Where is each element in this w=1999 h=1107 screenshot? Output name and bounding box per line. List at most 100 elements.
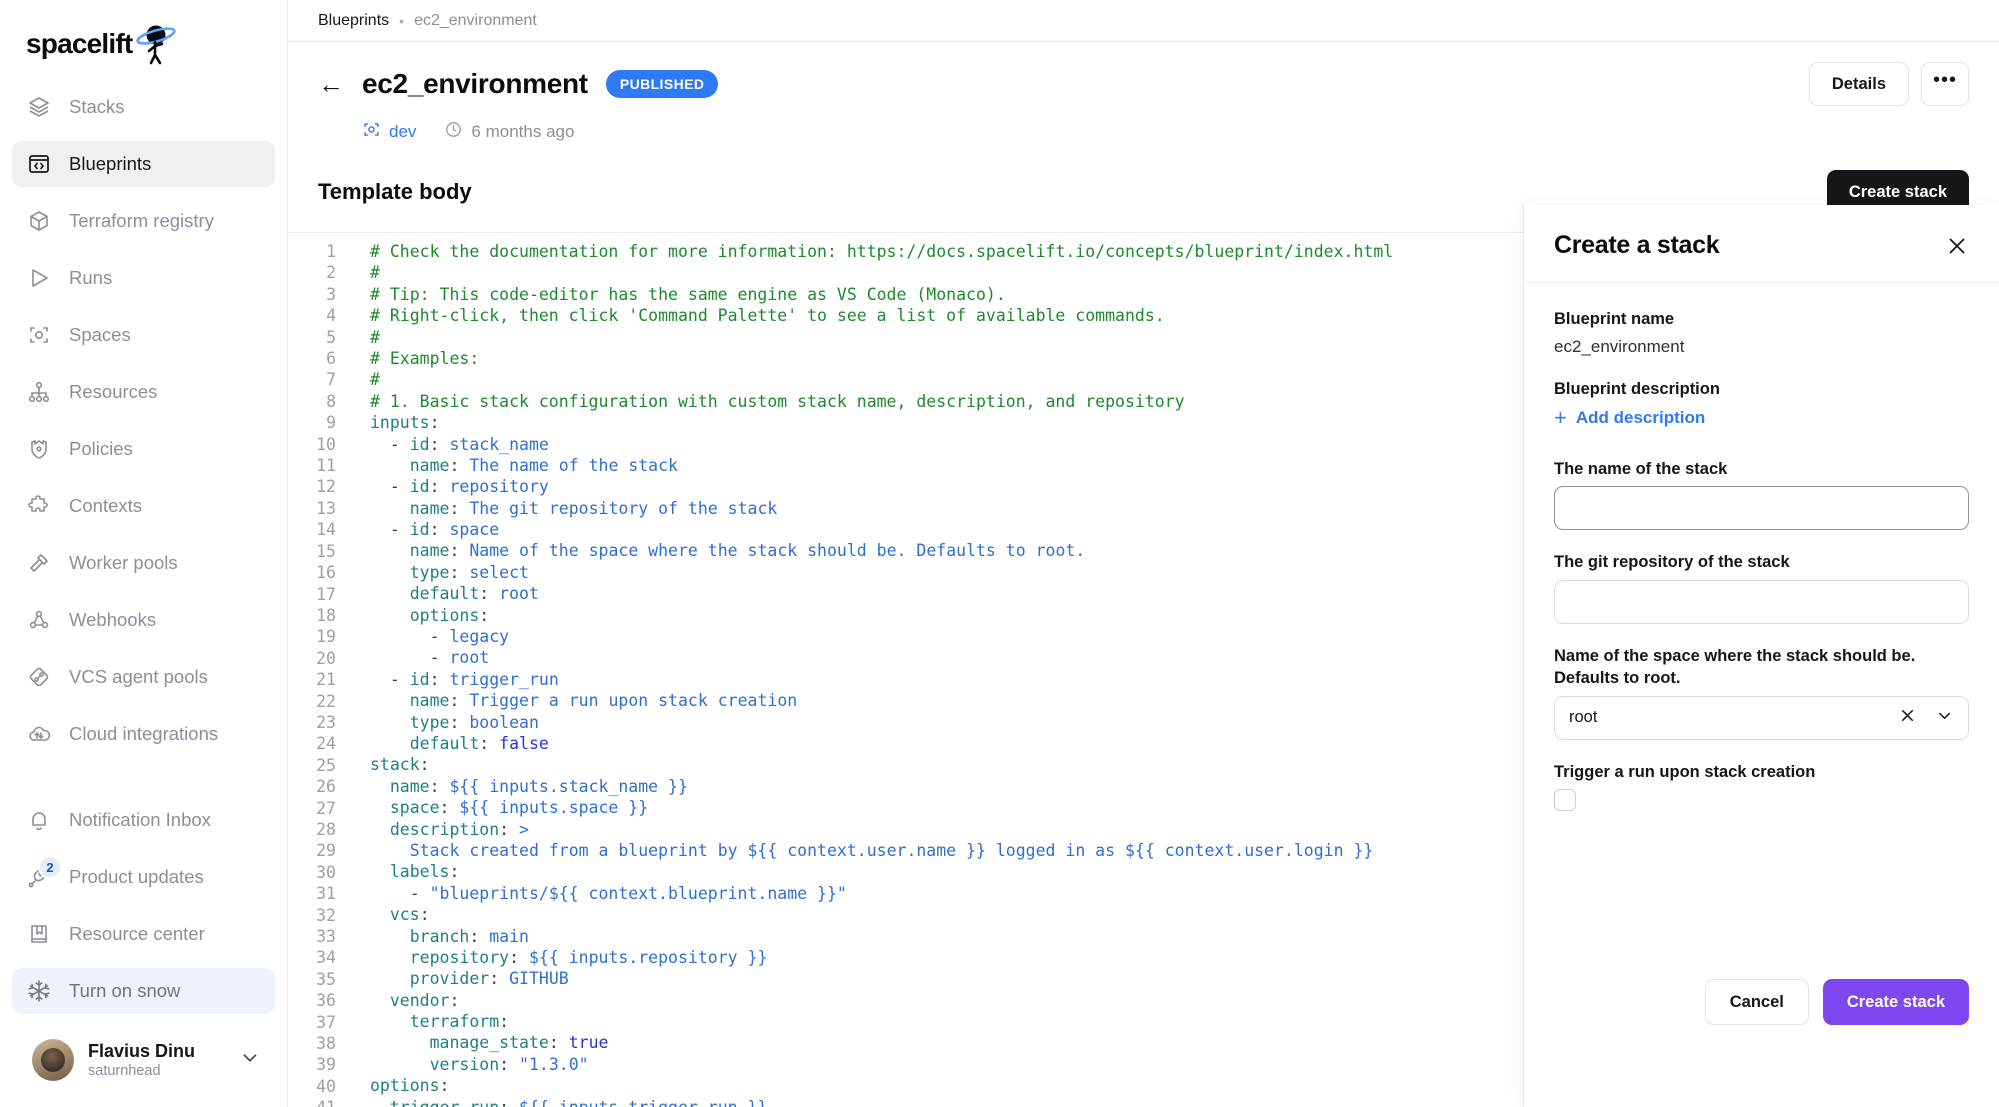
- brand-name: spacelift: [26, 28, 133, 59]
- sidebar-item-runs[interactable]: Runs: [12, 255, 275, 301]
- code-token: -: [370, 883, 430, 903]
- sidebar-item-label: Product updates: [69, 866, 204, 887]
- line-number: 7: [326, 370, 336, 390]
- code-token: :: [499, 1098, 519, 1107]
- code-token: :: [499, 819, 520, 839]
- sidebar-item-resources[interactable]: Resources: [12, 369, 275, 415]
- line-number: 37: [316, 1012, 336, 1032]
- sidebar-item-terraform-registry[interactable]: Terraform registry: [12, 198, 275, 244]
- line-number: 24: [316, 734, 336, 754]
- code-token: true: [568, 1033, 609, 1053]
- sidebar-item-cloud-integrations[interactable]: Cloud integrations: [12, 711, 275, 757]
- space-label: dev: [389, 122, 417, 141]
- code-token: default: [409, 584, 480, 604]
- line-number: 12: [316, 477, 336, 497]
- code-token: :: [449, 498, 470, 518]
- space-select[interactable]: root: [1554, 695, 1969, 740]
- sidebar-item-stacks[interactable]: Stacks: [12, 84, 275, 130]
- code-token: #: [370, 370, 380, 390]
- line-number: 31: [316, 884, 336, 904]
- code-token: :: [479, 605, 490, 625]
- breadcrumb-parent[interactable]: Blueprints: [318, 12, 389, 30]
- stack-name-input[interactable]: [1554, 486, 1969, 531]
- field-label: Name of the space where the stack should…: [1554, 647, 1916, 687]
- line-number: 9: [326, 413, 336, 433]
- code-token: :: [489, 969, 510, 989]
- code-token: -: [370, 627, 450, 647]
- cancel-button[interactable]: Cancel: [1704, 979, 1809, 1025]
- sidebar-item-notification-inbox[interactable]: Notification Inbox: [12, 797, 275, 843]
- code-token: branch: [409, 926, 470, 946]
- add-description-label: Add description: [1575, 407, 1706, 427]
- code-token: legacy: [449, 627, 510, 647]
- sidebar-item-resource-center[interactable]: Resource center: [12, 911, 275, 957]
- code-token: space: [389, 798, 440, 818]
- code-token: options: [409, 605, 480, 625]
- sidebar-item-label: VCS agent pools: [69, 666, 208, 687]
- code-token: :: [429, 669, 450, 689]
- code-token: ${{ inputs.space }}: [459, 798, 649, 818]
- code-token: >: [519, 819, 529, 839]
- sidebar-item-spaces[interactable]: Spaces: [12, 312, 275, 358]
- line-number: 19: [316, 627, 336, 647]
- code-token: :: [439, 1076, 450, 1096]
- code-token: :: [548, 1033, 569, 1053]
- code-token: terraform: [409, 1012, 500, 1032]
- line-number: 4: [326, 306, 336, 326]
- line-number: 15: [316, 541, 336, 561]
- sidebar-item-label: Spaces: [69, 324, 131, 345]
- code-window-icon: [26, 151, 52, 177]
- code-token: manage_state: [429, 1033, 549, 1053]
- line-number: 23: [316, 712, 336, 732]
- code-token: :: [449, 712, 470, 732]
- sidebar-item-vcs-agent-pools[interactable]: VCS agent pools: [12, 654, 275, 700]
- more-options-button[interactable]: •••: [1921, 62, 1969, 106]
- snowflake-icon: [26, 978, 52, 1004]
- arrow-left-icon[interactable]: ←: [318, 71, 344, 97]
- trigger-run-checkbox[interactable]: [1554, 789, 1576, 812]
- line-number-gutter: 1 2 3 4 5 6 7 8 9 10 11 12 13 14 15 16 17 18 19 20 21 22 23 24 2…: [288, 241, 352, 1107]
- sidebar-item-blueprints[interactable]: Blueprints: [12, 141, 275, 187]
- blueprint-description-label: Blueprint description: [1554, 379, 1720, 398]
- documentation-link[interactable]: https://docs.spacelift.io/concepts/bluep…: [847, 242, 1393, 261]
- close-icon[interactable]: [1945, 234, 1969, 258]
- sidebar-item-webhooks[interactable]: Webhooks: [12, 597, 275, 643]
- sidebar-item-product-updates[interactable]: 2 Product updates: [12, 854, 275, 900]
- clear-icon[interactable]: [1898, 706, 1917, 730]
- panel-create-stack-button[interactable]: Create stack: [1822, 979, 1969, 1025]
- line-number: 33: [316, 927, 336, 946]
- sidebar-item-worker-pools[interactable]: Worker pools: [12, 540, 275, 586]
- code-token: :: [499, 1012, 510, 1032]
- details-button[interactable]: Details: [1808, 62, 1909, 106]
- line-number: 29: [316, 841, 336, 861]
- git-repository-input[interactable]: [1554, 580, 1969, 625]
- space-link[interactable]: dev: [362, 120, 416, 144]
- sidebar-item-policies[interactable]: Policies: [12, 426, 275, 472]
- user-menu[interactable]: Flavius Dinu saturnhead: [12, 1025, 275, 1099]
- chevron-down-icon[interactable]: [239, 1047, 261, 1074]
- field-label: The git repository of the stack: [1554, 553, 1790, 572]
- sidebar-item-contexts[interactable]: Contexts: [12, 483, 275, 529]
- line-number: 38: [316, 1034, 336, 1054]
- code-token: "blueprints/${{ context.blueprint.name }…: [429, 883, 847, 903]
- sidebar-item-turn-on-snow[interactable]: Turn on snow: [12, 968, 275, 1014]
- brand-logo[interactable]: spacelift: [0, 0, 287, 74]
- sidebar-item-label: Webhooks: [69, 609, 157, 630]
- code-token: # Examples:: [370, 348, 480, 368]
- code-token: :: [449, 562, 470, 582]
- section-title: Template body: [318, 179, 472, 204]
- chevron-down-icon[interactable]: [1935, 706, 1954, 730]
- sidebar-item-label: Contexts: [69, 495, 143, 516]
- code-token: :: [419, 755, 430, 775]
- panel-header: Create a stack: [1524, 205, 1999, 283]
- webhook-icon: [26, 607, 52, 633]
- add-description-button[interactable]: + Add description: [1554, 406, 1969, 429]
